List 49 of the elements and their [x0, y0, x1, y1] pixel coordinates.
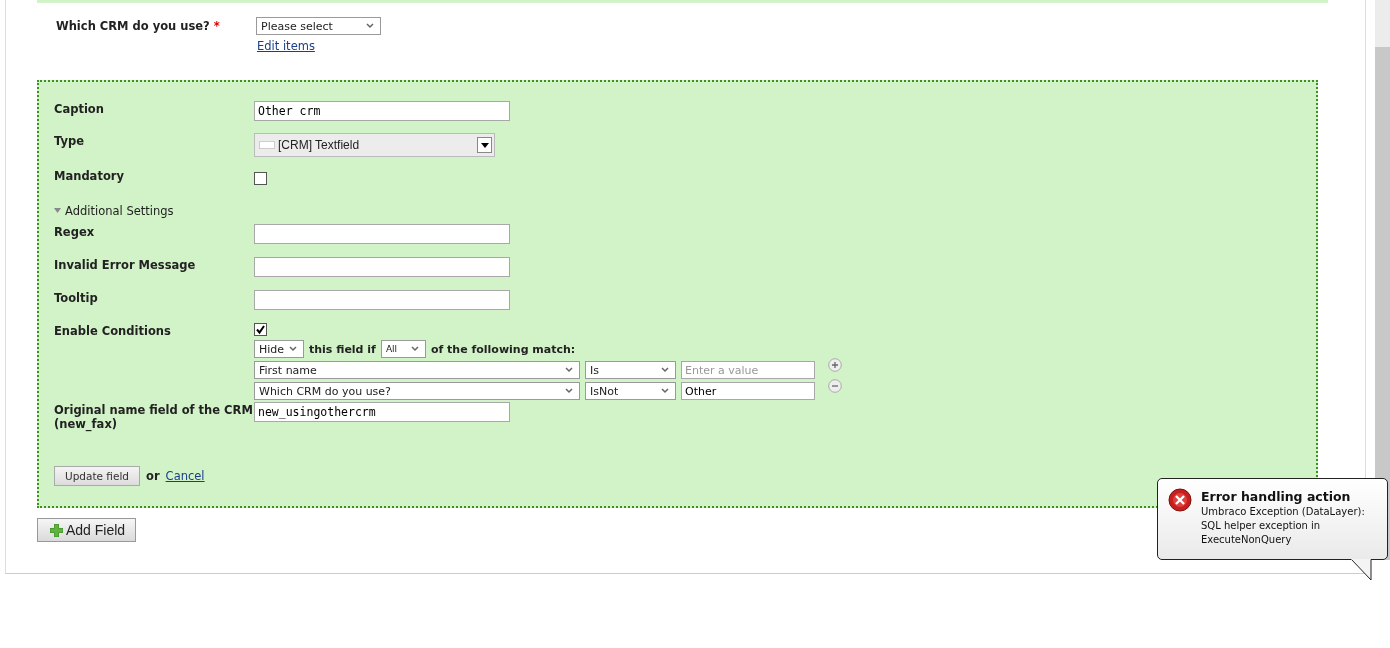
field-label: Enable Conditions: [54, 323, 172, 338]
chevron-down-icon: [661, 388, 669, 394]
field-label: Regex: [54, 224, 96, 239]
match-dropdown[interactable]: All: [380, 340, 426, 358]
triangle-down-icon: [480, 142, 489, 148]
operator-dropdown[interactable]: Is: [585, 361, 676, 379]
crm-dropdown[interactable]: Please select: [256, 17, 381, 35]
field-label: Caption: [54, 101, 105, 116]
value-field[interactable]: Enter a value: [681, 361, 815, 379]
cancel-link[interactable]: Cancel: [165, 469, 205, 483]
field-label: Invalid Error Message: [54, 257, 197, 272]
add-field-button[interactable]: Add Field: [37, 518, 136, 542]
field-label: Tooltip: [54, 290, 99, 305]
chevron-down-icon: [661, 367, 669, 373]
or-text: or: [146, 469, 160, 483]
condition-text: of the following match:: [430, 342, 576, 356]
checkbox[interactable]: [254, 323, 267, 336]
chevron-down-icon: [410, 346, 419, 352]
chevron-down-icon: [289, 346, 297, 352]
chevron-down-icon: [565, 388, 573, 394]
checkbox[interactable]: [254, 172, 267, 185]
input-field[interactable]: [254, 290, 510, 310]
input-field[interactable]: new_usingothercrm: [254, 402, 510, 422]
notification-title: Error handling action: [1201, 489, 1352, 504]
input-field[interactable]: [254, 224, 510, 244]
plus-icon: [50, 523, 63, 537]
type-dropdown[interactable]: [CRM] Textfield: [254, 133, 495, 157]
error-icon: [1168, 488, 1192, 512]
operator-dropdown[interactable]: IsNot: [585, 382, 676, 400]
notification-message: Umbraco Exception (DataLayer): SQL helper exception in ExecuteNonQuery: [1201, 505, 1366, 547]
remove-icon[interactable]: [828, 379, 842, 393]
update-field-button[interactable]: Update field: [54, 466, 141, 486]
value-field[interactable]: Other: [681, 382, 815, 400]
triangle-down-icon: [54, 208, 61, 214]
field-label: Which CRM do you use? *: [55, 18, 221, 35]
field-dropdown[interactable]: Which CRM do you use?: [254, 382, 580, 400]
field-dropdown[interactable]: First name: [254, 361, 580, 379]
field-label: Original name field of the CRM (new_fax): [54, 402, 254, 431]
action-dropdown[interactable]: Hide: [254, 340, 304, 358]
condition-text: this field if: [309, 342, 376, 356]
field-label: Mandatory: [54, 168, 125, 183]
input-field[interactable]: [254, 257, 510, 277]
input-field[interactable]: Other crm: [254, 101, 510, 121]
add-icon[interactable]: [828, 358, 842, 372]
section-toggle[interactable]: Additional Settings: [54, 201, 174, 218]
edit-items-link[interactable]: Edit items: [257, 39, 315, 53]
chevron-down-icon: [565, 367, 573, 373]
field-label: Type: [54, 133, 85, 148]
chevron-down-icon: [366, 23, 374, 29]
